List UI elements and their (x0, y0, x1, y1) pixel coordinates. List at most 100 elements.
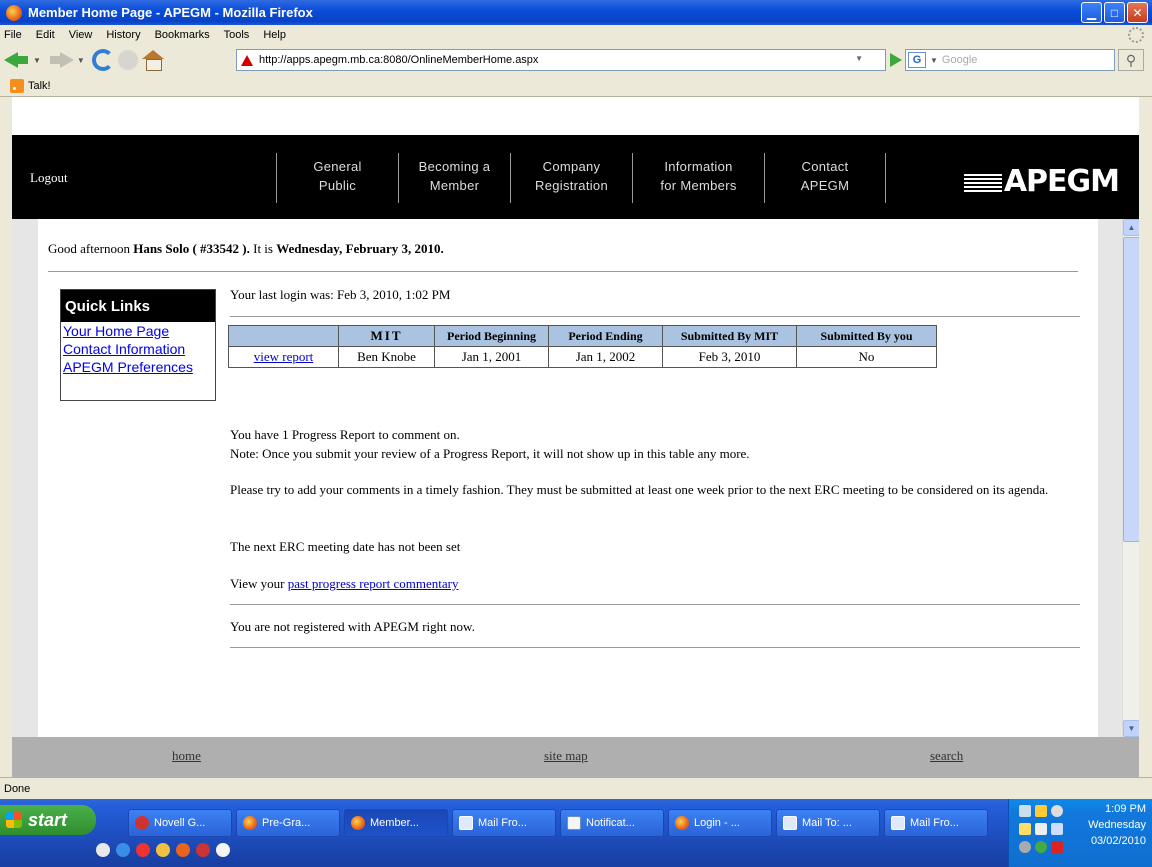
reload-icon (91, 49, 114, 71)
pointer-icon[interactable] (1051, 823, 1063, 835)
vertical-scrollbar[interactable]: ▲ ▼ (1122, 219, 1139, 737)
url-dropdown-icon[interactable]: ▼ (855, 54, 863, 63)
nav-becoming-member[interactable]: Becoming a Member (398, 153, 510, 203)
maximize-button[interactable]: □ (1104, 2, 1125, 23)
logo-text: APEGM (1003, 164, 1120, 199)
sync-icon[interactable] (1019, 841, 1031, 853)
current-date: Wednesday, February 3, 2010. (276, 241, 444, 256)
rss-feed-icon (10, 78, 24, 93)
back-dropdown-icon[interactable]: ▼ (33, 56, 41, 65)
stop-button[interactable] (117, 48, 138, 72)
novell-icon[interactable] (196, 843, 210, 857)
warning-icon (241, 54, 253, 66)
taskbar-item[interactable]: Novell G... (128, 809, 232, 837)
back-button[interactable] (4, 48, 30, 72)
nav-contact-apegm[interactable]: Contact APEGM (764, 153, 886, 203)
scroll-up-button[interactable]: ▲ (1123, 219, 1139, 236)
taskbar-item[interactable]: Mail Fro... (452, 809, 556, 837)
nav-label-line2: Member (429, 178, 480, 193)
clock-time: 1:09 PM (1105, 803, 1146, 815)
divider (230, 647, 1080, 648)
quick-link-contact-info[interactable]: Contact Information (61, 340, 215, 358)
reload-button[interactable] (91, 48, 114, 72)
taskbar-item[interactable]: Login - ... (668, 809, 772, 837)
media-icon[interactable] (136, 843, 150, 857)
novell-n-icon[interactable] (1051, 841, 1063, 853)
firefox-icon[interactable] (176, 843, 190, 857)
menu-file[interactable]: File (4, 29, 22, 41)
quick-link-home-page[interactable]: Your Home Page (61, 322, 215, 340)
navigation-toolbar: ▼ ▼ http://apps.apegm.mb.ca:8080/OnlineM… (0, 45, 1152, 75)
search-magnifier-icon[interactable]: ⚲ (1118, 49, 1144, 71)
mail-icon (783, 816, 797, 830)
forward-dropdown-icon[interactable]: ▼ (77, 56, 85, 65)
folder-icon[interactable] (156, 843, 170, 857)
ie-icon[interactable] (116, 843, 130, 857)
go-button[interactable] (890, 53, 902, 67)
logout-link[interactable]: Logout (30, 170, 68, 186)
close-button[interactable]: ✕ (1127, 2, 1148, 23)
url-bar[interactable]: http://apps.apegm.mb.ca:8080/OnlineMembe… (236, 49, 886, 71)
forward-button[interactable] (48, 48, 74, 72)
status-bar: Done (0, 777, 1152, 799)
menu-help[interactable]: Help (263, 29, 286, 41)
taskbar-item[interactable]: Pre-Gra... (236, 809, 340, 837)
engine-dropdown-icon[interactable]: ▼ (930, 56, 938, 65)
table-header-row: MIT Period Beginning Period Ending Submi… (228, 325, 937, 347)
divider (230, 316, 1080, 317)
google-engine-icon[interactable]: G (908, 52, 926, 68)
taskbar-item[interactable]: Mail Fro... (884, 809, 988, 837)
volume-icon[interactable] (1051, 805, 1063, 817)
nav-general-public[interactable]: General Public (276, 153, 398, 203)
view-past-text: View your past progress report commentar… (230, 574, 1100, 593)
progress-report-table: MIT Period Beginning Period Ending Submi… (228, 325, 937, 368)
taskbar-item[interactable]: Mail To: ... (776, 809, 880, 837)
table-header: Submitted By MIT (662, 325, 797, 347)
nav-information-members[interactable]: Information for Members (632, 153, 764, 203)
device-icon[interactable] (1035, 823, 1047, 835)
scroll-down-button[interactable]: ▼ (1123, 720, 1139, 737)
start-button[interactable]: start (0, 805, 96, 835)
nav-company-registration[interactable]: Company Registration (510, 153, 632, 203)
system-tray: 1:09 PM Wednesday 03/02/2010 (1008, 799, 1152, 867)
apegm-logo[interactable]: APEGM (963, 164, 1120, 199)
search-input[interactable]: G ▼ Google (905, 49, 1115, 71)
past-commentary-link[interactable]: past progress report commentary (288, 576, 459, 591)
shield-icon[interactable] (1035, 805, 1047, 817)
clock-date: 03/02/2010 (1090, 835, 1146, 847)
minimize-button[interactable]: ▁ (1081, 2, 1102, 23)
menu-bookmarks[interactable]: Bookmarks (155, 29, 210, 41)
home-button[interactable] (141, 48, 164, 72)
taskbar-item-active[interactable]: Member... (344, 809, 448, 837)
taskbar-item[interactable]: Notificat... (560, 809, 664, 837)
clock[interactable]: 1:09 PM Wednesday 03/02/2010 (1088, 801, 1146, 849)
scrollbar-thumb[interactable] (1123, 237, 1139, 542)
nav-label-line1: General (313, 159, 362, 174)
erc-date-text: The next ERC meeting date has not been s… (230, 539, 461, 554)
desktop-icon[interactable] (96, 843, 110, 857)
site-header: Logout General Public Becoming a Member … (12, 135, 1139, 219)
bookmark-talk[interactable]: Talk! (28, 80, 51, 92)
menu-edit[interactable]: Edit (36, 29, 55, 41)
status-icon[interactable] (1035, 841, 1047, 853)
greeting-prefix: Good afternoon (48, 241, 130, 256)
footer-sitemap-link[interactable]: site map (544, 748, 588, 764)
firefox-icon (6, 4, 22, 21)
network-icon[interactable] (1019, 805, 1031, 817)
menu-history[interactable]: History (106, 29, 140, 41)
menu-view[interactable]: View (69, 29, 93, 41)
throbber-icon (1128, 27, 1144, 43)
window-title: Member Home Page - APEGM - Mozilla Firef… (28, 5, 313, 20)
quick-links-title: Quick Links (61, 290, 215, 322)
table-cell: Jan 1, 2002 (548, 346, 663, 368)
app-icon[interactable] (216, 843, 230, 857)
quick-link-preferences[interactable]: APEGM Preferences (61, 358, 215, 376)
footer-search-link[interactable]: search (930, 748, 963, 764)
view-report-link[interactable]: view report (254, 349, 314, 364)
footer-home-link[interactable]: home (172, 748, 201, 764)
start-label: start (28, 809, 68, 830)
menu-tools[interactable]: Tools (224, 29, 250, 41)
content-panel: Good afternoon Hans Solo ( #33542 ). It … (38, 219, 1098, 759)
security-icon[interactable] (1019, 823, 1031, 835)
stop-icon (117, 50, 138, 70)
